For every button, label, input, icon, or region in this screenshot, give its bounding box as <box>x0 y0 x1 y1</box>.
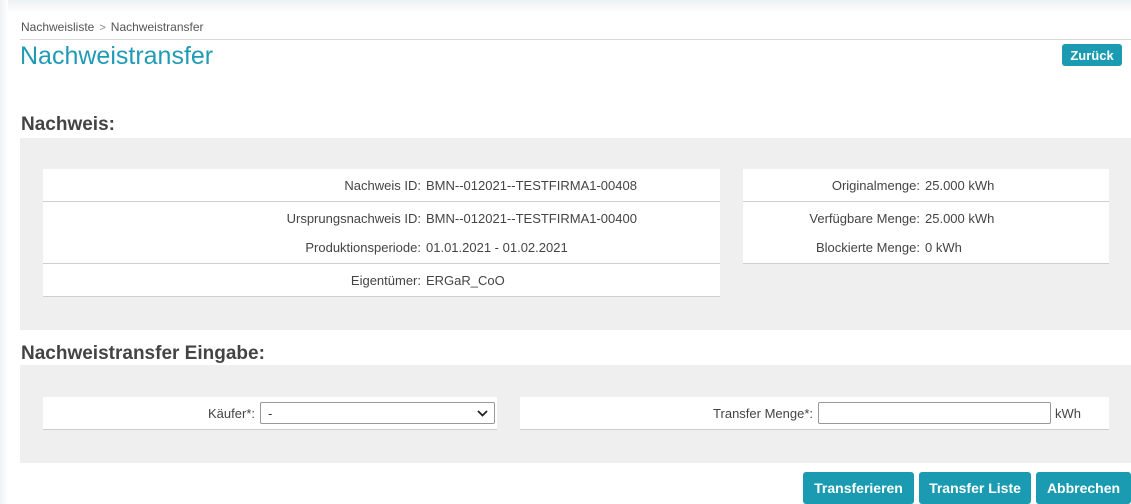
kaeufer-select-value: - <box>268 405 273 421</box>
transfer-menge-input[interactable] <box>818 402 1051 424</box>
page-title: Nachweistransfer <box>20 42 214 70</box>
transfer-menge-row: Transfer Menge*: kWh <box>520 397 1109 430</box>
breadcrumb-link-nachweisliste[interactable]: Nachweisliste <box>21 20 94 34</box>
kaeufer-select[interactable]: - <box>260 402 495 424</box>
chevron-down-icon <box>476 407 488 419</box>
field-value: 25.000 kWh <box>925 177 995 193</box>
field-label: Nachweis ID: <box>344 177 421 193</box>
field-row-blockierte-menge: Blockierte Menge: 0 kWh <box>743 231 1109 264</box>
left-shadow <box>0 0 8 504</box>
field-value: 01.01.2021 - 01.02.2021 <box>426 239 568 255</box>
breadcrumb: Nachweisliste > Nachweistransfer <box>21 20 204 34</box>
transfer-liste-button[interactable]: Transfer Liste <box>919 472 1031 504</box>
field-value: BMN--012021--TESTFIRMA1-00400 <box>426 210 637 226</box>
field-value: ERGaR_CoO <box>426 272 505 288</box>
transfer-menge-label: Transfer Menge*: <box>713 405 813 421</box>
top-shadow <box>0 0 1131 14</box>
field-value: 0 kWh <box>925 239 962 255</box>
field-value: 25.000 kWh <box>925 210 995 226</box>
field-label: Ursprungsnachweis ID: <box>286 210 421 226</box>
kaeufer-row: Käufer*: - <box>43 397 497 430</box>
field-value: BMN--012021--TESTFIRMA1-00408 <box>426 177 637 193</box>
transfer-menge-unit: kWh <box>1055 405 1081 421</box>
field-label: Eigentümer: <box>350 272 421 288</box>
field-row-originalmenge: Originalmenge: 25.000 kWh <box>743 169 1109 202</box>
field-label: Blockierte Menge: <box>815 239 920 255</box>
field-row-nachweis-id: Nachweis ID: BMN--012021--TESTFIRMA1-004… <box>43 169 720 202</box>
field-row-produktionsperiode: Produktionsperiode: 01.01.2021 - 01.02.2… <box>43 231 720 264</box>
nachweis-section-title: Nachweis: <box>21 114 115 135</box>
eingabe-section-title: Nachweistransfer Eingabe: <box>21 343 265 364</box>
breadcrumb-current: Nachweistransfer <box>110 20 204 34</box>
field-label: Produktionsperiode: <box>305 239 421 255</box>
back-button[interactable]: Zurück <box>1062 44 1122 66</box>
transferieren-button[interactable]: Transferieren <box>803 472 914 504</box>
title-divider <box>20 39 1131 40</box>
field-label: Originalmenge: <box>831 177 920 193</box>
breadcrumb-separator: > <box>99 22 106 34</box>
field-row-eigentuemer: Eigentümer: ERGaR_CoO <box>43 264 720 297</box>
kaeufer-label: Käufer*: <box>208 405 255 421</box>
abbrechen-button[interactable]: Abbrechen <box>1036 472 1131 504</box>
field-label: Verfügbare Menge: <box>809 210 920 226</box>
